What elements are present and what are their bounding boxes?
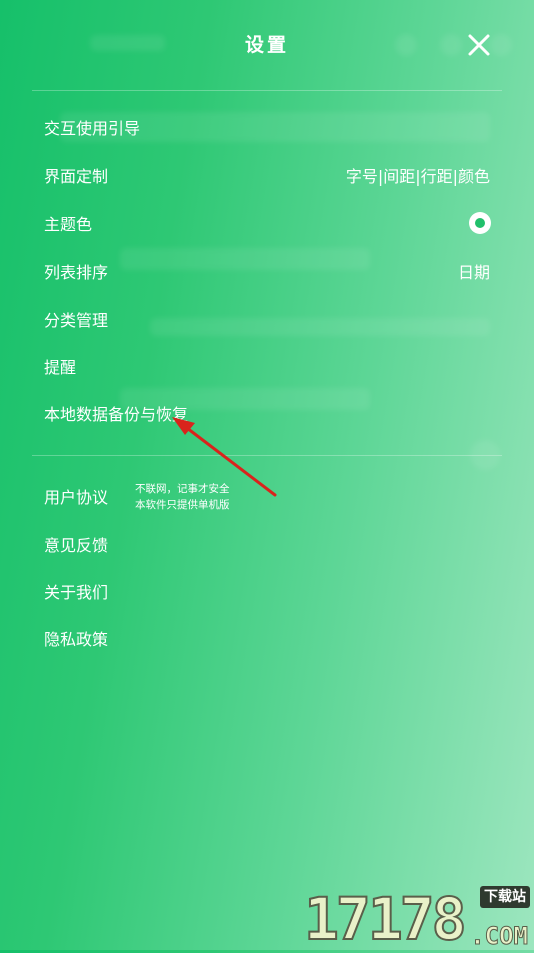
settings-item-label: 关于我们 [44, 583, 109, 602]
settings-item-label: 意见反馈 [44, 536, 109, 555]
settings-item-value: 日期 [457, 263, 490, 282]
header-divider [32, 90, 502, 91]
settings-item-interaction-guide[interactable]: 交互使用引导 [44, 109, 490, 145]
red-arrow-icon [172, 417, 277, 497]
settings-item-label: 用户协议 [44, 488, 109, 507]
settings-item-label: 界面定制 [44, 167, 109, 186]
settings-item-reminder[interactable]: 提醒 [44, 348, 490, 384]
settings-item-label: 列表排序 [44, 263, 109, 282]
settings-item-label: 隐私政策 [44, 630, 109, 649]
settings-item-theme-color[interactable]: 主题色 [44, 205, 491, 241]
settings-item-privacy-policy[interactable]: 隐私政策 [44, 620, 490, 656]
radio-selected-icon[interactable] [469, 212, 491, 234]
settings-item-category-manage[interactable]: 分类管理 [44, 301, 490, 337]
watermark-domain: .COM [470, 922, 529, 950]
settings-item-label: 主题色 [44, 215, 93, 234]
close-icon [468, 34, 490, 56]
settings-item-label: 分类管理 [44, 311, 109, 330]
settings-item-label: 提醒 [44, 358, 77, 377]
settings-item-ui-customize[interactable]: 界面定制 字号|间距|行距|颜色 [44, 157, 490, 193]
site-watermark: 17178 下载站 .COM [303, 885, 532, 953]
page-title: 设置 [244, 34, 289, 56]
close-button[interactable] [464, 30, 494, 60]
settings-item-list-sort[interactable]: 列表排序 日期 [44, 253, 490, 289]
settings-item-user-agreement[interactable]: 用户协议 [44, 478, 108, 514]
settings-item-label: 交互使用引导 [44, 119, 141, 138]
settings-item-value: 字号|间距|行距|颜色 [345, 167, 490, 186]
watermark-number: 17178 [303, 885, 468, 953]
settings-item-feedback[interactable]: 意见反馈 [44, 526, 490, 562]
settings-item-about-us[interactable]: 关于我们 [44, 573, 490, 609]
settings-header: 设置 [0, 0, 534, 90]
watermark-tag: 下载站 [480, 886, 530, 908]
